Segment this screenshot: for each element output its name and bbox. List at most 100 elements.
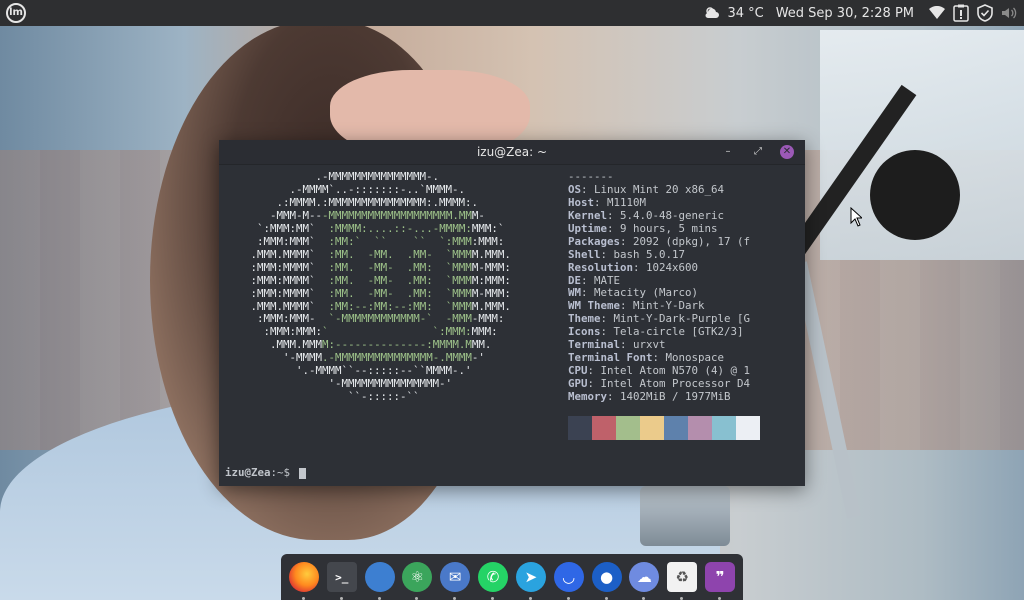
- info-key: Shell: [568, 247, 601, 261]
- color-swatch: [640, 416, 664, 440]
- dock-icon-glyph: ✆: [486, 568, 500, 586]
- prompt-path: :~$: [270, 466, 297, 479]
- info-value: Monospace: [665, 351, 725, 365]
- logo-line: '-MMMM.-MMMMMMMMMMMMMMM-.MMMM-': [231, 351, 485, 365]
- terminal-content[interactable]: .-MMMMMMMMMMMMMMM-. .-MMMM`..-:::::::-..…: [219, 165, 805, 486]
- info-key: Theme: [568, 312, 601, 326]
- weather-temperature[interactable]: 34 °C: [727, 6, 763, 21]
- quote-app-icon[interactable]: ❞: [705, 562, 736, 600]
- text-cursor: [298, 467, 306, 479]
- logo-line: .MMM.MMMM:--------------:MMMM.MMM.: [231, 338, 492, 352]
- color-swatch: [736, 416, 760, 440]
- logo-line: '-MMMMMMMMMMMMMMM-': [231, 377, 453, 391]
- files-icon[interactable]: [364, 562, 395, 600]
- info-key: Terminal Font: [568, 351, 653, 365]
- dock-icon-glyph: ❞: [715, 568, 725, 586]
- color-swatch: [616, 416, 640, 440]
- update-manager-icon[interactable]: [952, 4, 970, 22]
- info-value: M1110M: [607, 195, 647, 209]
- minimize-button[interactable]: –: [721, 145, 735, 159]
- volume-icon[interactable]: [1000, 4, 1018, 22]
- logo-line: .:MMMM.:MMMMMMMMMMMMMMM:.MMMM:.: [231, 195, 479, 209]
- logo-line: '.-MMMM``--:::::--``MMMM-.': [231, 364, 472, 378]
- info-value: Mint-Y-Dark: [633, 299, 705, 313]
- wallpaper-stand-base: [640, 486, 730, 546]
- logo-line: :MMM:MMM:` `:MMM:MMM:: [231, 325, 498, 339]
- logo-line: :MMM:MMM` :MM:` `` `` `:MMM:MMM:: [231, 234, 505, 248]
- neofetch-info: ------- OS: Linux Mint 20 x86_64 Host: M11…: [568, 170, 751, 404]
- dock-icon-glyph: >_: [335, 570, 349, 584]
- trash-icon[interactable]: ♻: [667, 562, 698, 600]
- maximize-button[interactable]: ⤢: [751, 145, 765, 159]
- info-key: DE: [568, 273, 582, 287]
- atom-icon[interactable]: ⚛: [402, 562, 433, 600]
- close-button[interactable]: ✕: [780, 145, 794, 159]
- info-key: Uptime: [568, 221, 608, 235]
- logo-line: .MMM.MMMM` :MM:--:MM:--:MM: `MMMM.MMM.: [231, 299, 511, 313]
- dock-icon-glyph: ➤: [524, 568, 538, 586]
- info-value: Metacity (Marco): [594, 286, 699, 300]
- dock-icon-glyph: ●: [599, 568, 614, 586]
- info-value: Linux Mint 20 x86_64: [594, 182, 725, 196]
- logo-line: .-MMMMMMMMMMMMMMM-.: [231, 170, 440, 183]
- logo-line: `:MMM:MM` :MMMM:....::-...-MMMM:MMM:`: [231, 221, 505, 235]
- info-value: bash 5.0.17: [613, 247, 686, 261]
- dock-icon-glyph: ☁: [636, 568, 652, 586]
- linux-mint-menu-icon[interactable]: lm: [6, 3, 26, 23]
- info-key: Kernel: [568, 208, 608, 222]
- logo-line: :MMM:MMM- `-MMMMMMMMMMMM-` -MMM-MMM:: [231, 312, 505, 326]
- info-value: 5.4.0-48-generic: [620, 208, 725, 222]
- info-value: 1024x600: [646, 260, 699, 274]
- color-swatch: [664, 416, 688, 440]
- telegram-icon[interactable]: ➤: [515, 562, 546, 600]
- shell-prompt[interactable]: izu@Zea:~$: [225, 466, 306, 480]
- color-swatch: [688, 416, 712, 440]
- thunderbird-icon[interactable]: ✉: [440, 562, 471, 600]
- mouse-pointer-icon: [850, 207, 862, 227]
- logo-line: :MMM:MMMM` :MM. -MM- .MM: `MMMM-MMM:: [231, 286, 511, 300]
- info-key: WM Theme: [568, 299, 621, 313]
- info-value: urxvt: [633, 338, 666, 352]
- terminal-titlebar[interactable]: izu@Zea: ~ – ⤢ ✕: [219, 140, 805, 165]
- top-panel: lm 34 °C Wed Sep 30, 2:28 PM: [0, 0, 1024, 26]
- dock-icon-glyph: ♻: [675, 568, 689, 586]
- info-value: 2092 (dpkg), 17 (f: [633, 234, 751, 248]
- info-value: Tela-circle [GTK2/3]: [613, 325, 744, 339]
- info-value: Mint-Y-Dark-Purple [G: [613, 312, 751, 326]
- logo-line: -MMM-M---MMMMMMMMMMMMMMMMMMM.MMM-: [231, 208, 485, 222]
- info-key: Memory: [568, 389, 608, 403]
- logo-line: ``-:::::-``: [231, 390, 420, 404]
- system-tray: 34 °C Wed Sep 30, 2:28 PM: [703, 0, 1024, 26]
- terminal-icon[interactable]: >_: [326, 562, 357, 600]
- clock[interactable]: Wed Sep 30, 2:28 PM: [776, 6, 914, 21]
- app-store-icon[interactable]: ◡: [553, 562, 584, 600]
- dock-icon-glyph: ◡: [562, 568, 575, 586]
- whatsapp-icon[interactable]: ✆: [478, 562, 509, 600]
- toggle-app-icon[interactable]: ●: [591, 562, 622, 600]
- info-key: OS: [568, 182, 582, 196]
- logo-line: :MMM:MMMM` :MM. -MM- .MM: `MMMM:MMM:: [231, 273, 511, 287]
- logo-line: :MMM:MMMM` :MM. -MM- .MM: `MMMM-MMM:: [231, 260, 511, 274]
- color-swatch: [568, 416, 592, 440]
- logo-line: .MMM.MMMM` :MM. -MM. .MM- `MMMM.MMM.: [231, 247, 511, 261]
- info-value: Intel Atom Processor D4: [600, 377, 751, 390]
- dock-icon-glyph: ✉: [448, 568, 462, 586]
- window-title: izu@Zea: ~: [476, 145, 548, 159]
- shield-icon[interactable]: [976, 4, 994, 22]
- info-key: CPU: [568, 364, 588, 378]
- info-key: Terminal: [568, 338, 621, 352]
- firefox-icon[interactable]: [288, 562, 319, 600]
- weather-icon[interactable]: [703, 4, 721, 22]
- info-key: WM: [568, 286, 582, 300]
- dock-icon-glyph: ⚛: [410, 568, 425, 586]
- terminal-window[interactable]: izu@Zea: ~ – ⤢ ✕ .-MMMMMMMMMMMMMMM-. .-M…: [219, 140, 805, 486]
- weather-app-icon[interactable]: ☁: [629, 562, 660, 600]
- info-key: Host: [568, 195, 595, 209]
- neofetch-logo: .-MMMMMMMMMMMMMMM-. .-MMMM`..-:::::::-..…: [231, 170, 511, 404]
- info-key: Packages: [568, 234, 621, 248]
- wallpaper-microphone-head: [870, 150, 960, 240]
- wifi-icon[interactable]: [928, 4, 946, 22]
- prompt-user: izu@Zea: [225, 466, 271, 479]
- info-row: Memory: 1402MiB / 1977MiB: [568, 389, 731, 403]
- info-value: 9 hours, 5 mins: [620, 221, 718, 235]
